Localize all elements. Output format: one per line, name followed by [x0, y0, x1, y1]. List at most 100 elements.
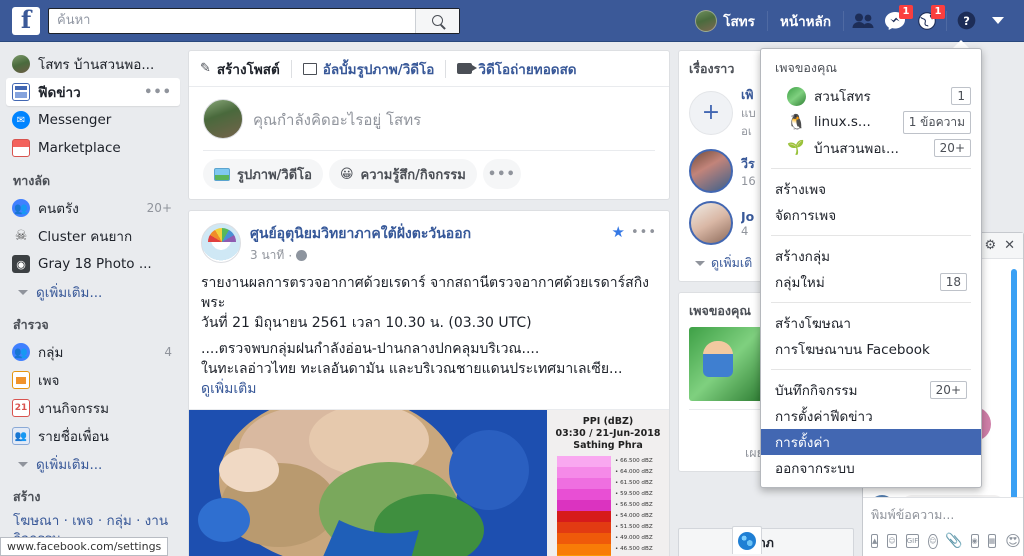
sidebar-item-label: กลุ่ม — [38, 345, 64, 361]
sidebar-item-groups[interactable]: 👥 กลุ่ม 4 — [6, 338, 180, 366]
notifications-button[interactable]: 1 — [911, 4, 945, 36]
close-icon[interactable]: ✕ — [1004, 238, 1015, 253]
menu-item-create-ads[interactable]: สร้างโฆษณา — [761, 310, 981, 336]
sidebar-shortcuts-see-more[interactable]: ดูเพิ่มเติม... — [6, 278, 180, 306]
nav-home-label: หน้าหลัก — [779, 13, 831, 30]
facebook-logo[interactable]: f — [12, 6, 40, 35]
sidebar-section-create: สร้าง — [13, 489, 41, 504]
action-label: รูปภาพ/วิดีโอ — [237, 167, 312, 183]
legend-value: 51.500 dBZ — [615, 522, 653, 533]
account-menu-button[interactable] — [982, 6, 1014, 36]
menu-item-create-group[interactable]: สร้างกลุ่ม — [761, 243, 981, 269]
dropdown-page-item[interactable]: linux.s... 1 ข้อความ — [761, 109, 981, 135]
bottom-chat-bar[interactable]: กภ — [678, 528, 854, 556]
add-photo-video-button[interactable]: รูปภาพ/วิดีโอ — [203, 159, 323, 189]
tab-live-video[interactable]: วิดีโอถ่ายทอดสด — [446, 51, 587, 87]
composer-more-button[interactable]: ••• — [482, 159, 521, 189]
chevron-down-icon — [695, 260, 705, 266]
divider — [766, 10, 768, 31]
legend-swatch — [557, 489, 611, 500]
tab-photo-video-album[interactable]: อัลบั้มรูปภาพ/วิดีโอ — [292, 51, 446, 87]
menu-item-create-page[interactable]: สร้างเพจ — [761, 176, 981, 202]
sidebar-item-news-feed[interactable]: ฟีดข่าว ••• — [6, 78, 180, 106]
search-input[interactable] — [49, 8, 415, 33]
globe-icon — [738, 531, 756, 550]
sidebar-item-gray18photo[interactable]: ◉ Gray 18 Photo ... — [6, 250, 180, 278]
sidebar-item-profile[interactable]: โสทร บ้านสวนพอ... — [6, 50, 180, 78]
legend-color-bar — [557, 456, 611, 556]
menu-item-new-groups[interactable]: กลุ่มใหม่ 18 — [761, 269, 981, 295]
bottom-globe-button[interactable] — [732, 526, 762, 554]
group-icon: 👥 — [12, 199, 30, 217]
menu-item-label: บันทึกกิจกรรม — [775, 383, 858, 399]
post-menu-button[interactable]: ••• — [631, 225, 657, 240]
sidebar-explore-see-more[interactable]: ดูเพิ่มเติม... — [6, 450, 180, 478]
page-badge: 1 ข้อความ — [902, 110, 971, 134]
nav-profile[interactable]: โสทร — [686, 6, 764, 36]
page-badge: 1 — [951, 87, 971, 105]
page-avatar[interactable] — [201, 223, 241, 263]
gear-icon[interactable]: ⚙ — [984, 238, 996, 253]
image-icon[interactable]: ▲ — [871, 534, 879, 548]
chat-input[interactable]: พิมพ์ข้อความ... — [871, 505, 1015, 525]
see-more-link[interactable]: ดูเพิ่มเติม — [201, 379, 657, 399]
post-author-name[interactable]: ศูนย์อุตุนิยมวิทยาภาคใต้ฝั่งตะวันออก — [250, 223, 471, 245]
sidebar-section-shortcuts: ทางลัด — [13, 173, 51, 188]
camera-icon[interactable]: ◉ — [970, 534, 979, 548]
emoji-icon[interactable]: ☺ — [928, 533, 938, 549]
sidebar-item-events[interactable]: 21 งานกิจกรรม — [6, 394, 180, 422]
page-thumbnail[interactable] — [689, 327, 763, 401]
search-button[interactable] — [415, 8, 459, 33]
menu-item-advertising-on-facebook[interactable]: การโฆษณาบน Facebook — [761, 336, 981, 362]
star-icon[interactable]: ★ — [612, 223, 625, 241]
sidebar-item-pages[interactable]: เพจ — [6, 366, 180, 394]
post-line-2: วันที่ 21 มิถุนายน 2561 เวลา 10.30 น. (0… — [201, 315, 532, 331]
scrollbar[interactable] — [1011, 269, 1017, 497]
post-timestamp: 3 นาที — [250, 248, 285, 262]
sidebar-item-label: ฟีดข่าว — [38, 85, 81, 101]
menu-item-activity-log[interactable]: บันทึกกิจกรรม 20+ — [761, 377, 981, 403]
friend-requests-button[interactable] — [847, 6, 879, 36]
menu-item-news-feed-preferences[interactable]: การตั้งค่าฟีดข่าว — [761, 403, 981, 429]
post-line-1: รายงานผลการตรวจอากาศด้วยเรดาร์ จากสถานีต… — [201, 275, 649, 311]
feeling-activity-button[interactable]: 😀 ความรู้สึก/กิจกรรม — [328, 159, 477, 189]
help-button[interactable]: ? — [950, 6, 982, 36]
menu-item-logout[interactable]: ออกจากระบบ — [761, 455, 981, 481]
pencil-icon: ✎ — [200, 61, 211, 76]
composer-tabs: ✎ สร้างโพสต์ อัลบั้มรูปภาพ/วิดีโอ วิดีโอ… — [189, 51, 669, 87]
dropdown-page-item[interactable]: บ้านสวนพอเ... 20+ — [761, 135, 981, 161]
menu-item-badge: 18 — [939, 273, 967, 291]
legend-title: PPI (dBZ) — [582, 416, 634, 427]
composer-body: คุณกำลังคิดอะไรอยู่ โสทร — [189, 87, 669, 139]
sidebar-item-messenger[interactable]: Messenger — [6, 106, 180, 134]
nav-home[interactable]: หน้าหลัก — [771, 6, 840, 36]
tab-create-post[interactable]: ✎ สร้างโพสต์ — [189, 51, 291, 87]
dropdown-page-item[interactable]: สวนโสทร 1 — [761, 83, 981, 109]
plus-icon[interactable]: + — [689, 91, 733, 135]
legend-value: 46.500 dBZ — [615, 544, 653, 555]
radar-image[interactable]: PPI (dBZ) 03:30 / 21-Jun-2018 Sathing Ph… — [189, 409, 669, 556]
story-sub2: อเ — [741, 124, 752, 138]
radar-map — [189, 410, 547, 556]
camera-icon: ◉ — [12, 255, 30, 273]
menu-item-manage-pages[interactable]: จัดการเพจ — [761, 202, 981, 228]
menu-item-settings[interactable]: การตั้งค่า — [761, 429, 981, 455]
sidebar-item-khon-trang[interactable]: 👥 คนตรัง 20+ — [6, 194, 180, 222]
page-avatar-penguin-icon — [787, 112, 806, 132]
heart-eyes-emoji[interactable]: 😍 — [1005, 532, 1021, 550]
sidebar-item-marketplace[interactable]: Marketplace — [6, 134, 180, 162]
sidebar-section-explore: สำรวจ — [13, 317, 49, 332]
composer-input[interactable]: คุณกำลังคิดอะไรอยู่ โสทร — [253, 99, 421, 132]
messages-button[interactable]: 1 — [879, 4, 913, 36]
search-box[interactable] — [48, 7, 460, 34]
messenger-icon — [12, 111, 30, 129]
sidebar-item-friend-lists[interactable]: 👥 รายชื่อเพื่อน — [6, 422, 180, 450]
gif-icon[interactable]: GIF — [905, 534, 920, 548]
legend-swatch — [557, 522, 611, 533]
poll-icon[interactable]: ▦ — [987, 534, 997, 548]
news-feed-options-button[interactable]: ••• — [144, 85, 172, 100]
sticker-icon[interactable]: ☺ — [887, 534, 897, 548]
story-sub: 4 — [741, 223, 749, 238]
attachment-icon[interactable]: 📎 — [945, 533, 962, 549]
sidebar-item-cluster[interactable]: ☠ Cluster คนยาก — [6, 222, 180, 250]
